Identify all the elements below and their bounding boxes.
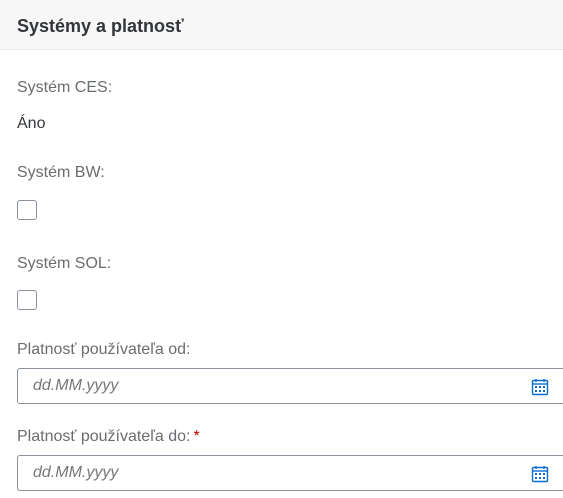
valid-to-label-text: Platnosť používateľa do:: [17, 428, 191, 445]
system-bw-checkbox[interactable]: [17, 200, 37, 220]
system-ces-value: Áno: [17, 115, 46, 132]
system-bw-label: Systém BW:: [17, 164, 105, 181]
required-marker: *: [193, 428, 200, 445]
valid-from-date-input[interactable]: dd.MM.yyyy: [17, 368, 563, 404]
valid-from-label-text: Platnosť používateľa od:: [17, 341, 191, 358]
system-ces-label: Systém CES:: [17, 79, 113, 96]
valid-from-placeholder: dd.MM.yyyy: [33, 377, 119, 394]
calendar-icon[interactable]: [531, 465, 549, 483]
valid-to-date-input[interactable]: dd.MM.yyyy: [17, 455, 563, 491]
section-title: Systémy a platnosť: [17, 16, 184, 36]
valid-to-label: Platnosť používateľa do: *: [17, 427, 200, 447]
valid-to-placeholder: dd.MM.yyyy: [33, 464, 119, 481]
system-sol-label: Systém SOL:: [17, 255, 112, 272]
valid-from-label: Platnosť používateľa od:: [17, 340, 190, 360]
section-header: Systémy a platnosť: [0, 0, 563, 50]
system-sol-checkbox[interactable]: [17, 290, 37, 310]
calendar-icon[interactable]: [531, 378, 549, 396]
